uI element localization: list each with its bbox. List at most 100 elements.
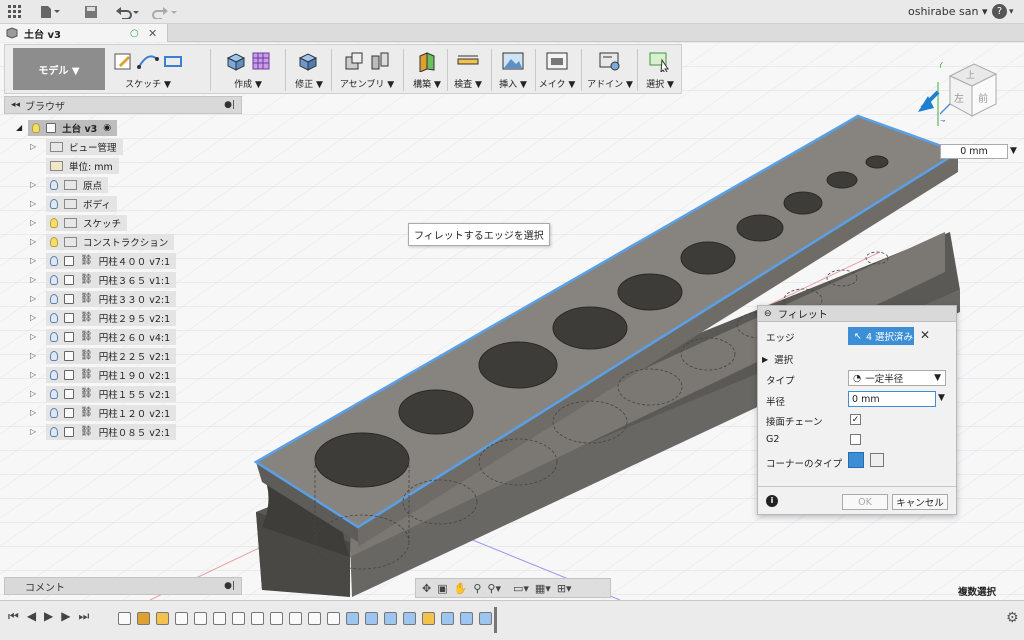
- inspect-menu[interactable]: 検査 ▼: [449, 77, 487, 90]
- fillet-dialog-header[interactable]: ⊖ フィレット: [758, 306, 956, 322]
- select-icon[interactable]: [648, 50, 672, 72]
- undo-icon[interactable]: [116, 4, 140, 20]
- expand-triangle-icon[interactable]: ▷: [30, 370, 36, 379]
- expand-triangle-icon[interactable]: ▷: [30, 427, 36, 436]
- comments-panel[interactable]: コメント ●|: [4, 577, 242, 595]
- expand-triangle-icon[interactable]: ▷: [30, 237, 36, 246]
- display-settings-icon[interactable]: ▭▾: [513, 582, 529, 595]
- assemble-menu[interactable]: アセンブリ ▼: [333, 77, 401, 90]
- timeline-feature[interactable]: [441, 612, 454, 625]
- visibility-bulb-icon[interactable]: [32, 122, 41, 133]
- arc-icon[interactable]: [137, 51, 159, 71]
- press-pull-icon[interactable]: [297, 50, 321, 72]
- redo-icon[interactable]: [150, 4, 178, 20]
- timeline-feature[interactable]: [251, 612, 264, 625]
- tree-item-bodies[interactable]: ▷ ボディ: [30, 195, 117, 212]
- tree-item-component[interactable]: ▷ ⛓ 円柱０８５ v2:1: [30, 423, 177, 440]
- grid-settings-icon[interactable]: ▦▾: [535, 582, 551, 595]
- dialog-collapse-icon[interactable]: ⊖: [764, 309, 772, 319]
- timeline-settings-gear-icon[interactable]: ⚙: [1006, 610, 1019, 626]
- ok-button[interactable]: OK: [842, 494, 888, 510]
- rectangle-icon[interactable]: [163, 51, 183, 71]
- visibility-bulb-icon[interactable]: [50, 388, 58, 399]
- visibility-bulb-icon[interactable]: [50, 293, 58, 304]
- timeline-feature[interactable]: [422, 612, 435, 625]
- tree-item-origin[interactable]: ▷ 原点: [30, 176, 109, 193]
- file-menu-icon[interactable]: [40, 4, 60, 20]
- fillet-type-dropdown[interactable]: ◔ 一定半径 ▼: [848, 370, 946, 386]
- form-icon[interactable]: [250, 50, 272, 72]
- expand-triangle-icon[interactable]: ▷: [30, 218, 36, 227]
- activate-radio-icon[interactable]: ◉: [103, 123, 111, 133]
- collapse-triangle-icon[interactable]: ◢: [16, 123, 22, 132]
- assemble-group[interactable]: アセンブリ ▼: [333, 47, 401, 90]
- tree-item-component[interactable]: ▷ ⛓ 円柱１９０ v2:1: [30, 366, 177, 383]
- extrude-icon[interactable]: [224, 50, 246, 72]
- joint-icon[interactable]: [369, 50, 391, 72]
- visibility-bulb-icon[interactable]: [50, 312, 58, 323]
- apps-grid-icon[interactable]: [8, 4, 22, 20]
- create-group[interactable]: 作成 ▼: [213, 47, 283, 90]
- fillet-distance-field[interactable]: 0 mm: [940, 144, 1008, 159]
- sketch-menu[interactable]: スケッチ ▼: [109, 77, 187, 90]
- offset-plane-icon[interactable]: [416, 50, 438, 72]
- expand-triangle-icon[interactable]: ▷: [30, 389, 36, 398]
- tree-item-component[interactable]: ▷ ⛓ 円柱３３０ v2:1: [30, 290, 177, 307]
- save-icon[interactable]: [84, 4, 98, 20]
- visibility-bulb-icon[interactable]: [50, 217, 58, 228]
- clear-selection-icon[interactable]: ✕: [920, 328, 930, 342]
- viewcube[interactable]: Z Y 上 左 前: [937, 60, 1000, 128]
- tree-item-component[interactable]: ▷ ⛓ 円柱３６５ v1:1: [30, 271, 177, 288]
- make-group[interactable]: メイク ▼: [537, 47, 577, 90]
- create-sketch-icon[interactable]: [113, 51, 133, 71]
- visibility-bulb-icon[interactable]: [50, 198, 58, 209]
- collapse-panel-icon[interactable]: ◂◂: [11, 100, 20, 110]
- make-menu[interactable]: メイク ▼: [537, 77, 577, 90]
- visibility-bulb-icon[interactable]: [50, 236, 58, 247]
- addins-group[interactable]: アドイン ▼: [585, 47, 635, 90]
- timeline-feature[interactable]: [365, 612, 378, 625]
- timeline-marker[interactable]: [494, 607, 497, 633]
- info-icon[interactable]: i: [766, 495, 778, 507]
- cancel-button[interactable]: キャンセル: [892, 494, 948, 510]
- insert-group[interactable]: 挿入 ▼: [493, 47, 533, 90]
- timeline-feature[interactable]: [403, 612, 416, 625]
- viewcube-left-label[interactable]: 左: [954, 90, 964, 105]
- timeline-feature[interactable]: [175, 612, 188, 625]
- viewcube-top-label[interactable]: 上: [966, 68, 975, 81]
- viewcube-front-label[interactable]: 前: [978, 90, 988, 105]
- tree-item-component[interactable]: ▷ ⛓ 円柱２２５ v2:1: [30, 347, 177, 364]
- orbit-icon[interactable]: ✥: [422, 582, 431, 595]
- look-at-icon[interactable]: ▣: [437, 582, 447, 595]
- sketch-group[interactable]: スケッチ ▼: [109, 47, 187, 90]
- expand-section-icon[interactable]: ▶: [762, 355, 768, 364]
- corner-setback-icon[interactable]: [870, 453, 884, 467]
- timeline-feature[interactable]: [232, 612, 245, 625]
- expand-triangle-icon[interactable]: ▷: [30, 313, 36, 322]
- expand-triangle-icon[interactable]: ▷: [30, 294, 36, 303]
- visibility-bulb-icon[interactable]: [50, 407, 58, 418]
- tree-item-sketches[interactable]: ▷ スケッチ: [30, 214, 128, 231]
- user-menu[interactable]: oshirabe san ▾: [908, 5, 987, 18]
- insert-menu[interactable]: 挿入 ▼: [493, 77, 533, 90]
- pan-icon[interactable]: ✋: [454, 582, 468, 595]
- expand-triangle-icon[interactable]: ▷: [30, 332, 36, 341]
- timeline-feature[interactable]: [346, 612, 359, 625]
- workspace-switcher[interactable]: モデル ▼: [13, 48, 105, 90]
- timeline-feature[interactable]: [118, 612, 131, 625]
- timeline-feature[interactable]: [194, 612, 207, 625]
- scripts-addins-icon[interactable]: [598, 50, 622, 72]
- panel-pin-icon[interactable]: ●|: [224, 100, 235, 110]
- tree-item-component[interactable]: ▷ ⛓ 円柱２６０ v4:1: [30, 328, 177, 345]
- construct-group[interactable]: 構築 ▼: [407, 47, 447, 90]
- timeline-feature[interactable]: [460, 612, 473, 625]
- tree-item-component[interactable]: ▷ ⛓ 円柱２９５ v2:1: [30, 309, 177, 326]
- visibility-bulb-icon[interactable]: [50, 179, 58, 190]
- visibility-bulb-icon[interactable]: [50, 274, 58, 285]
- expand-triangle-icon[interactable]: ▷: [30, 180, 36, 189]
- new-component-icon[interactable]: [343, 50, 365, 72]
- browser-root[interactable]: ◢ 土台 v3 ◉: [16, 119, 118, 136]
- zoom-window-icon[interactable]: ⚲▾: [487, 582, 501, 595]
- expand-triangle-icon[interactable]: ▷: [30, 408, 36, 417]
- visibility-bulb-icon[interactable]: [50, 331, 58, 342]
